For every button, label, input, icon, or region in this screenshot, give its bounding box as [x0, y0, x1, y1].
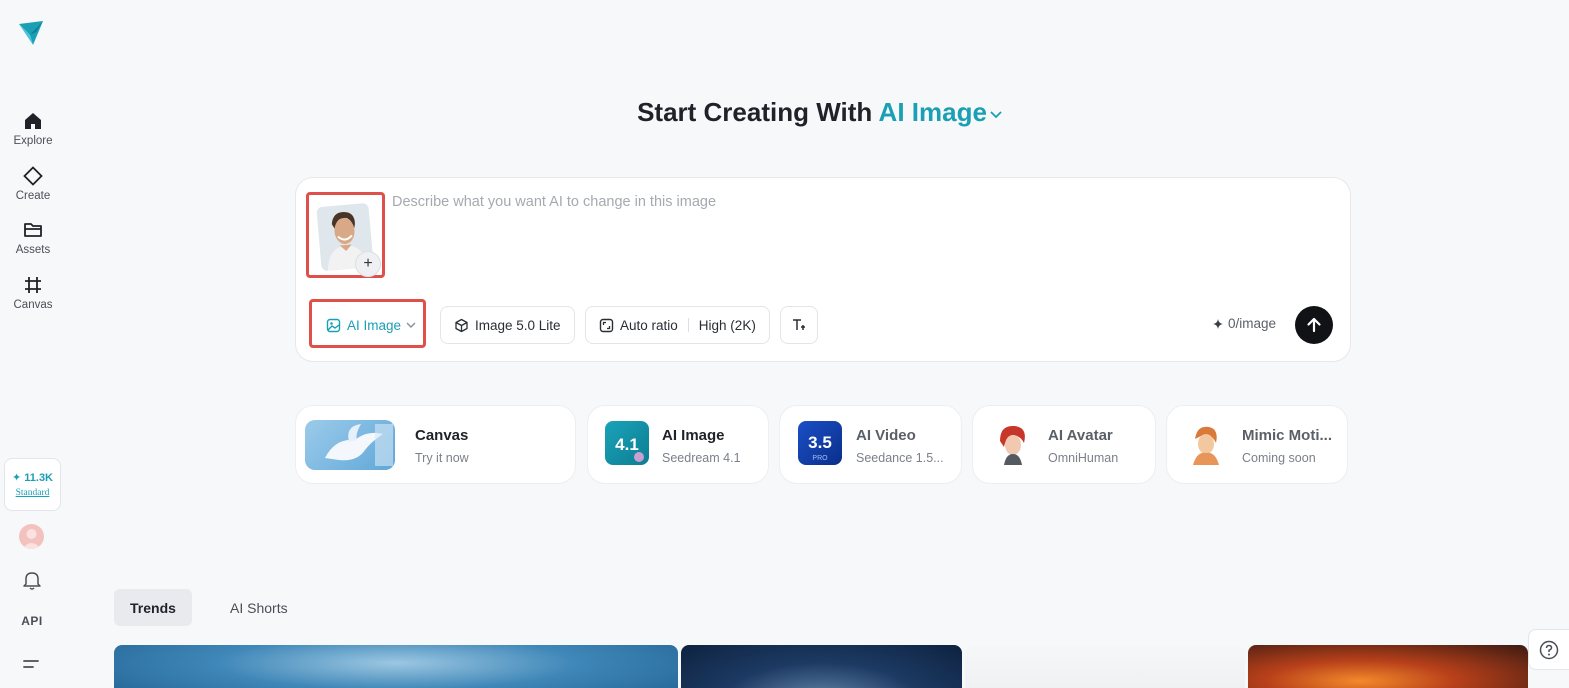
help-button[interactable]: [1528, 629, 1569, 670]
feature-subtitle: Try it now: [415, 451, 469, 465]
version-badge: 4.1: [615, 435, 639, 454]
sparkle-icon: [1213, 318, 1223, 329]
image-mode-icon: [326, 318, 341, 333]
cube-icon: [454, 318, 469, 333]
sidebar-item-create[interactable]: Create: [0, 165, 66, 202]
sidebar-item-label: Create: [15, 190, 51, 202]
aspect-ratio-icon: [599, 318, 614, 333]
pro-badge: PRO: [812, 455, 828, 462]
question-mark-icon: [1539, 640, 1559, 659]
sidebar-item-label: Explore: [13, 135, 53, 147]
arrow-up-icon: [1307, 317, 1321, 333]
title-mode-dropdown[interactable]: AI Image: [879, 97, 1003, 127]
tab-ai-shorts[interactable]: AI Shorts: [214, 589, 304, 626]
credits-badge[interactable]: ✦ 11.3K Standard: [4, 458, 61, 511]
gallery-item[interactable]: [965, 645, 1245, 688]
feature-card-ai-video[interactable]: 3.5 PRO AI Video Seedance 1.5...: [779, 405, 962, 484]
ai-video-thumbnail: 3.5 PRO: [798, 421, 842, 465]
bell-icon[interactable]: [21, 569, 43, 591]
mode-label: AI Image: [347, 317, 402, 333]
sidebar-item-label: Canvas: [13, 299, 53, 311]
model-label: Image 5.0 Lite: [475, 317, 561, 333]
api-link[interactable]: API: [0, 614, 64, 628]
tab-trends[interactable]: Trends: [114, 589, 192, 626]
prompt-card: + AI Image Image 5.0 Lite Auto ratio Hig…: [295, 177, 1351, 362]
gallery-item[interactable]: [114, 645, 678, 688]
sidebar-item-label: Assets: [15, 244, 51, 256]
divider: [687, 318, 689, 332]
gallery-item[interactable]: [1248, 645, 1528, 688]
mimic-motion-thumbnail: [1183, 421, 1227, 465]
plan-tier: Standard: [15, 488, 50, 498]
sidebar-item-assets[interactable]: Assets: [0, 219, 66, 256]
send-button[interactable]: [1295, 306, 1333, 344]
version-badge: 3.5: [808, 433, 832, 452]
cost-label: 0/image: [1228, 316, 1277, 331]
page-title: Start Creating With AI Image: [0, 97, 1569, 128]
feature-subtitle: Seedream 4.1: [662, 451, 741, 465]
feature-card-canvas[interactable]: Canvas Try it now: [295, 405, 576, 484]
feature-card-mimic-motion[interactable]: Mimic Moti... Coming soon: [1166, 405, 1348, 484]
ratio-quality-button[interactable]: Auto ratio High (2K): [585, 306, 770, 344]
text-format-icon: [793, 319, 805, 330]
title-prefix: Start Creating With: [637, 97, 873, 127]
canvas-grid-icon: [22, 274, 44, 296]
feature-title: Mimic Moti...: [1242, 427, 1332, 444]
gallery-item[interactable]: [681, 645, 962, 688]
quality-label: High (2K): [698, 317, 756, 333]
ai-avatar-thumbnail: [990, 421, 1034, 465]
chevron-down-icon: [990, 111, 1002, 119]
feature-title: Canvas: [415, 427, 469, 444]
title-mode-label: AI Image: [878, 97, 987, 127]
chevron-down-icon: [406, 322, 416, 328]
feature-subtitle: OmniHuman: [1048, 451, 1119, 465]
menu-icon[interactable]: [23, 657, 39, 671]
prompt-input[interactable]: [392, 194, 1312, 274]
cost-indicator: 0/image: [1213, 316, 1276, 331]
model-selector-button[interactable]: Image 5.0 Lite: [440, 306, 575, 344]
ratio-label: Auto ratio: [620, 317, 678, 333]
avatar[interactable]: [19, 524, 44, 549]
folder-icon: [22, 219, 44, 241]
sidebar-item-canvas[interactable]: Canvas: [0, 274, 66, 311]
add-reference-button[interactable]: +: [355, 251, 381, 277]
canvas-thumbnail: [305, 420, 395, 470]
feature-subtitle: Coming soon: [1242, 451, 1316, 465]
feature-card-ai-avatar[interactable]: AI Avatar OmniHuman: [972, 405, 1156, 484]
paper-plane-logo-icon[interactable]: [16, 18, 46, 48]
feature-card-ai-image[interactable]: 4.1 AI Image Seedream 4.1: [587, 405, 769, 484]
ai-image-thumbnail: 4.1: [605, 421, 649, 465]
feature-title: AI Image: [662, 427, 725, 444]
diamond-icon: [22, 165, 44, 187]
text-style-button[interactable]: [780, 306, 818, 344]
credits-amount: ✦ 11.3K: [11, 472, 54, 484]
reference-image-upload[interactable]: +: [306, 192, 385, 278]
mode-selector-button[interactable]: AI Image: [316, 306, 426, 344]
feature-title: AI Avatar: [1048, 427, 1113, 444]
feature-title: AI Video: [856, 427, 916, 444]
feature-subtitle: Seedance 1.5...: [856, 451, 944, 465]
